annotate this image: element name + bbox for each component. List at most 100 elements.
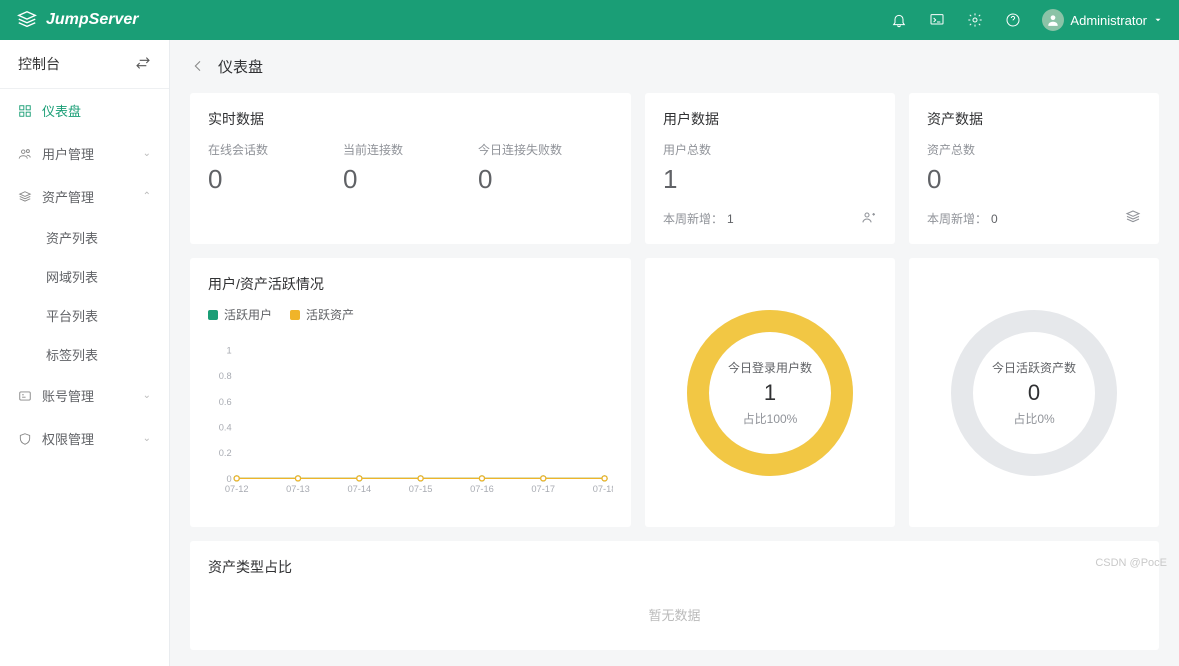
sidebar-item-dashboard[interactable]: 仪表盘: [0, 89, 169, 132]
foot-label: 本周新增：: [927, 212, 987, 226]
foot-value: 1: [727, 212, 734, 226]
dashboard-icon: [18, 104, 32, 118]
sidebar-sub-domain-list[interactable]: 网域列表: [0, 257, 169, 296]
terminal-icon[interactable]: [928, 11, 946, 29]
metric-value: 0: [343, 164, 478, 195]
activity-chart-card: 用户/资产活跃情况 活跃用户 活跃资产 00.20.40.60.8107-120…: [190, 258, 631, 527]
card-title: 用户/资产活跃情况: [208, 274, 613, 294]
legend-swatch: [208, 310, 218, 320]
user-name: Administrator: [1070, 13, 1147, 28]
user-menu[interactable]: Administrator: [1042, 9, 1163, 31]
login-users-ring-card: 今日登录用户数 1 占比100%: [645, 258, 895, 527]
svg-text:07-12: 07-12: [225, 484, 249, 494]
chevron-down-icon: ⌄: [143, 390, 151, 401]
legend-label: 活跃资产: [306, 306, 354, 323]
sidebar-sub-platform-list[interactable]: 平台列表: [0, 296, 169, 335]
logo[interactable]: JumpServer: [16, 9, 139, 31]
ring-value: 0: [1028, 380, 1040, 406]
sidebar-item-users[interactable]: 用户管理 ⌄: [0, 132, 169, 175]
realtime-card: 实时数据 在线会话数 0 当前连接数 0 今日连接失败数 0: [190, 93, 631, 244]
page-header: 仪表盘: [190, 56, 1159, 77]
svg-text:0.6: 0.6: [219, 397, 232, 407]
sidebar-item-label: 仪表盘: [42, 101, 81, 120]
back-icon[interactable]: [190, 58, 208, 76]
card-title: 用户数据: [663, 109, 877, 129]
card-title: 实时数据: [208, 109, 613, 129]
sidebar-item-accounts[interactable]: 账号管理 ⌄: [0, 374, 169, 417]
legend-label: 活跃用户: [224, 306, 272, 323]
sidebar-sub-asset-list[interactable]: 资产列表: [0, 218, 169, 257]
help-icon[interactable]: [1004, 11, 1022, 29]
sidebar-title: 控制台: [18, 54, 60, 74]
brand-text: JumpServer: [46, 11, 139, 29]
sidebar-item-assets[interactable]: 资产管理 ⌃: [0, 175, 169, 218]
card-title: 资产数据: [927, 109, 1141, 129]
metric-value: 0: [208, 164, 343, 195]
user-data-card: 用户数据 用户总数 1 本周新增： 1: [645, 93, 895, 244]
chevron-down-icon: ⌄: [143, 433, 151, 444]
main-content: 仪表盘 实时数据 在线会话数 0 当前连接数 0 今日连接失败数: [170, 40, 1179, 666]
legend-item-users[interactable]: 活跃用户: [208, 306, 272, 323]
chevron-down-icon: ⌄: [143, 148, 151, 159]
watermark: CSDN @PocE: [1095, 557, 1167, 569]
legend-item-assets[interactable]: 活跃资产: [290, 306, 354, 323]
ring-percent: 占比100%: [743, 410, 798, 427]
metric-value: 1: [663, 164, 877, 195]
asset-type-card: 资产类型占比 暂无数据: [190, 541, 1159, 650]
metric-label: 今日连接失败数: [478, 141, 613, 158]
foot-label: 本周新增：: [663, 212, 723, 226]
sidebar-item-label: 账号管理: [42, 386, 94, 405]
ring-label: 今日登录用户数: [728, 359, 812, 376]
sidebar-item-permissions[interactable]: 权限管理 ⌄: [0, 417, 169, 460]
svg-text:07-13: 07-13: [286, 484, 310, 494]
svg-text:1: 1: [226, 346, 231, 356]
bell-icon[interactable]: [890, 11, 908, 29]
foot-value: 0: [991, 212, 998, 226]
metric-value: 0: [927, 164, 1141, 195]
asset-data-card: 资产数据 资产总数 0 本周新增： 0: [909, 93, 1159, 244]
ring-percent: 占比0%: [1013, 410, 1054, 427]
realtime-cell-sessions: 在线会话数 0: [208, 141, 343, 195]
sidebar-item-label: 权限管理: [42, 429, 94, 448]
sidebar: 控制台 仪表盘 用户管理 ⌄ 资产管理 ⌃ 资产列表 网域列表: [0, 40, 170, 666]
sidebar-sub-tag-list[interactable]: 标签列表: [0, 335, 169, 374]
metric-label: 在线会话数: [208, 141, 343, 158]
users-alt-icon: [861, 209, 877, 228]
topbar-right: Administrator: [890, 9, 1163, 31]
svg-text:07-14: 07-14: [347, 484, 371, 494]
layers-icon: [1125, 209, 1141, 228]
sidebar-item-label: 资产管理: [42, 187, 94, 206]
shield-icon: [18, 432, 32, 446]
svg-text:0.4: 0.4: [219, 422, 232, 432]
gear-icon[interactable]: [966, 11, 984, 29]
ring-value: 1: [764, 380, 776, 406]
realtime-cell-failed: 今日连接失败数 0: [478, 141, 613, 195]
realtime-cell-connections: 当前连接数 0: [343, 141, 478, 195]
sidebar-item-label: 用户管理: [42, 144, 94, 163]
card-title: 资产类型占比: [208, 557, 1141, 577]
sidebar-header: 控制台: [0, 40, 169, 89]
account-icon: [18, 389, 32, 403]
swap-icon[interactable]: [135, 55, 151, 74]
metric-label: 当前连接数: [343, 141, 478, 158]
metric-label: 用户总数: [663, 141, 877, 158]
topbar: JumpServer Administrator: [0, 0, 1179, 40]
ring-label: 今日活跃资产数: [992, 359, 1076, 376]
users-icon: [18, 147, 32, 161]
svg-text:07-18: 07-18: [593, 484, 613, 494]
chevron-up-icon: ⌃: [143, 191, 151, 202]
svg-text:0.2: 0.2: [219, 448, 232, 458]
legend-swatch: [290, 310, 300, 320]
active-assets-ring-card: 今日活跃资产数 0 占比0%: [909, 258, 1159, 527]
svg-text:07-17: 07-17: [531, 484, 555, 494]
empty-state: 暂无数据: [208, 595, 1141, 634]
metric-label: 资产总数: [927, 141, 1141, 158]
avatar-icon: [1042, 9, 1064, 31]
chart-legend: 活跃用户 活跃资产: [208, 306, 613, 323]
logo-icon: [16, 9, 38, 31]
assets-icon: [18, 190, 32, 204]
svg-text:0.8: 0.8: [219, 371, 232, 381]
line-chart: 00.20.40.60.8107-1207-1307-1407-1507-160…: [208, 331, 613, 511]
svg-text:07-16: 07-16: [470, 484, 494, 494]
chevron-down-icon: [1153, 15, 1163, 25]
